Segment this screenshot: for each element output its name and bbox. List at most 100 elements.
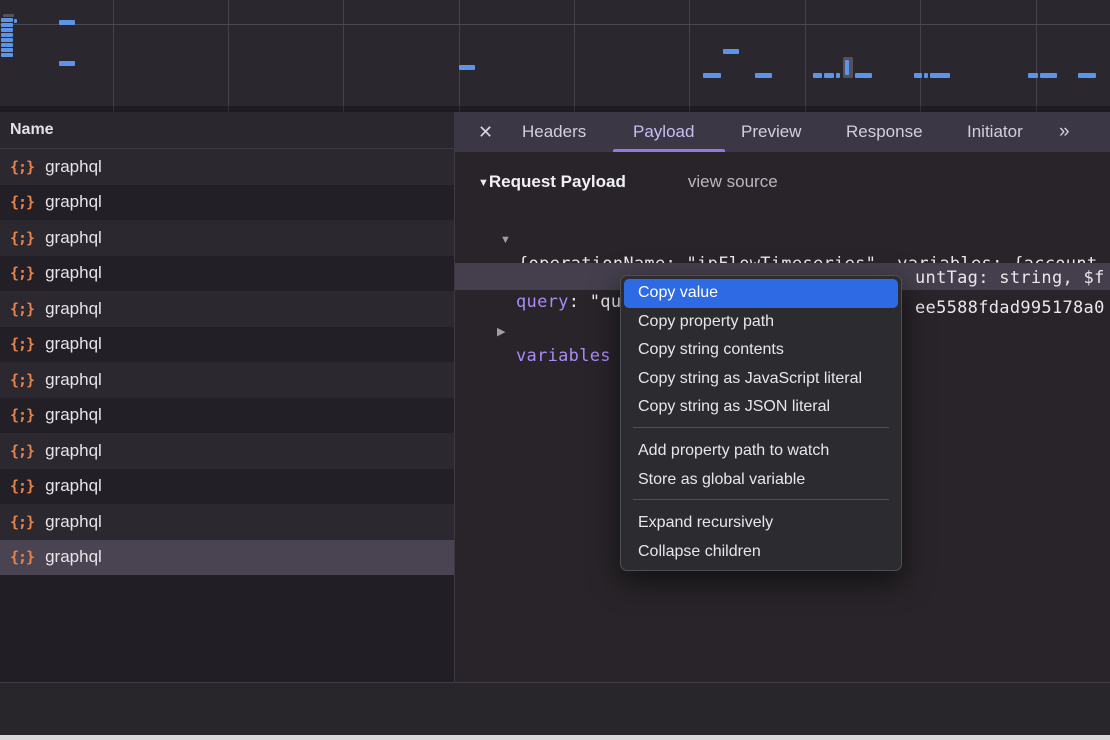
- request-row[interactable]: {;} graphql: [0, 433, 454, 469]
- request-name: graphql: [45, 299, 102, 319]
- request-name: graphql: [45, 512, 102, 532]
- gridline: [1036, 0, 1037, 112]
- json-file-icon: {;}: [10, 229, 34, 247]
- waterfall-bar: [914, 73, 922, 78]
- request-name: graphql: [45, 334, 102, 354]
- request-row[interactable]: {;} graphql: [0, 327, 454, 363]
- menu-item-collapse-children[interactable]: Collapse children: [621, 538, 901, 567]
- request-name: graphql: [45, 405, 102, 425]
- gridline: [343, 0, 344, 112]
- json-key: variables: [516, 344, 611, 368]
- gridline: [459, 0, 460, 112]
- request-row[interactable]: {;} graphql: [0, 149, 454, 185]
- request-row[interactable]: {;} graphql: [0, 504, 454, 540]
- menu-item-expand-recursively[interactable]: Expand recursively: [621, 509, 901, 538]
- json-file-icon: {;}: [10, 548, 34, 566]
- menu-item-copy-string-as-json-literal[interactable]: Copy string as JSON literal: [621, 393, 901, 422]
- json-file-icon: {;}: [10, 335, 34, 353]
- waterfall-bar: [824, 73, 834, 78]
- menu-item-copy-string-as-javascript-literal[interactable]: Copy string as JavaScript literal: [621, 365, 901, 394]
- json-value-right-fragment: ee5588fdad995178a0: [915, 296, 1105, 320]
- request-row[interactable]: {;} graphql: [0, 362, 454, 398]
- waterfall-bar: [723, 49, 739, 54]
- waterfall-bar: [1, 48, 13, 52]
- request-name: graphql: [45, 157, 102, 177]
- request-row[interactable]: {;} graphql: [0, 469, 454, 505]
- request-name: graphql: [45, 476, 102, 496]
- waterfall-bar: [14, 19, 17, 23]
- json-value-right-fragment: untTag: string, $f: [915, 266, 1105, 290]
- gridline: [689, 0, 690, 112]
- selected-request-marker: [843, 57, 853, 78]
- gridline: [228, 0, 229, 112]
- detail-tabbar: ✕ » Headers Payload Preview Response Initiat…: [455, 112, 1110, 152]
- request-row[interactable]: {;}graphql: [0, 398, 454, 434]
- json-file-icon: {;}: [10, 513, 34, 531]
- json-file-icon: {;}: [10, 158, 34, 176]
- json-file-icon: {;}: [10, 193, 34, 211]
- waterfall-bar: [1, 43, 13, 47]
- request-name: graphql: [45, 370, 102, 390]
- waterfall-bar: [59, 61, 75, 66]
- waterfall-bar: [1, 33, 13, 37]
- request-row[interactable]: {;}graphql: [0, 291, 454, 327]
- waterfall-bar: [1078, 73, 1096, 78]
- tab-headers[interactable]: Headers: [522, 112, 586, 152]
- tab-preview[interactable]: Preview: [741, 112, 801, 152]
- menu-item-add-property-path-to-watch[interactable]: Add property path to watch: [621, 437, 901, 466]
- waterfall-bar: [1, 38, 13, 42]
- collapse-triangle-icon[interactable]: ▼: [478, 177, 489, 189]
- waterfall-bar: [930, 73, 950, 78]
- gridline: [805, 0, 806, 112]
- menu-item-copy-property-path[interactable]: Copy property path: [621, 308, 901, 337]
- waterfall-bar: [3, 14, 14, 17]
- name-column-label: Name: [10, 121, 54, 138]
- request-row[interactable]: {;} graphql: [0, 220, 454, 256]
- menu-item-copy-string-contents[interactable]: Copy string contents: [621, 336, 901, 365]
- waterfall-bar: [836, 73, 840, 78]
- tab-response[interactable]: Response: [846, 112, 923, 152]
- request-payload-section-header[interactable]: ▼Request Payload view source: [478, 169, 778, 195]
- more-tabs-icon[interactable]: »: [1059, 112, 1068, 152]
- waterfall-bar: [59, 20, 75, 25]
- json-file-icon: {;}: [10, 442, 34, 460]
- tab-initiator[interactable]: Initiator: [967, 112, 1023, 152]
- view-source-link[interactable]: view source: [688, 172, 778, 191]
- section-title: Request Payload: [489, 172, 626, 191]
- menu-separator: [633, 427, 889, 428]
- request-list: {;} graphql {;} graphql {;} graphql {;} graphql…: [0, 149, 454, 575]
- waterfall-bar: [703, 73, 721, 78]
- json-file-icon: {;}: [10, 477, 34, 495]
- waterfall-bar: [755, 73, 772, 78]
- menu-item-store-as-global-variable[interactable]: Store as global variable: [621, 466, 901, 495]
- waterfall-bar: [1, 28, 13, 32]
- request-row[interactable]: {;}graphql: [0, 256, 454, 292]
- json-root-row[interactable]: ▼ {operationName: "ipFlowTimeseries", va…: [455, 204, 1110, 228]
- request-name: graphql: [45, 228, 102, 248]
- network-overview-timeline[interactable]: [0, 0, 1110, 112]
- waterfall-bar: [1, 23, 13, 27]
- menu-item-copy-value[interactable]: Copy value: [624, 279, 898, 308]
- waterfall-bar: [813, 73, 822, 78]
- status-footer: [0, 683, 1110, 735]
- request-list-panel: Name {;}graphql{;}graphql{;}graphql{;}gr…: [0, 112, 454, 682]
- request-row[interactable]: {;}graphql: [0, 540, 454, 576]
- request-name: graphql: [45, 263, 102, 283]
- name-column-header[interactable]: Name: [0, 112, 454, 149]
- request-name: graphql: [45, 441, 102, 461]
- waterfall-bar: [855, 73, 872, 78]
- json-file-icon: {;}: [10, 371, 34, 389]
- context-menu: Copy valueCopy property pathCopy string …: [620, 275, 902, 571]
- request-row[interactable]: {;}graphql: [0, 185, 454, 221]
- waterfall-bar: [1028, 73, 1038, 78]
- waterfall-bar: [459, 65, 475, 70]
- expand-arrow-icon[interactable]: ▶: [497, 320, 505, 344]
- gridline: [574, 0, 575, 112]
- window-bottom-edge: [0, 735, 1110, 740]
- gridline: [0, 24, 1110, 25]
- json-row-operationname[interactable]: operationName: "ipFlowTimeseries": [455, 235, 1110, 259]
- close-icon[interactable]: ✕: [478, 112, 493, 152]
- tab-payload[interactable]: Payload: [633, 112, 694, 152]
- waterfall-bar: [1040, 73, 1057, 78]
- devtools-network-panel: Name {;}graphql{;}graphql{;}graphql{;}gr…: [0, 0, 1110, 740]
